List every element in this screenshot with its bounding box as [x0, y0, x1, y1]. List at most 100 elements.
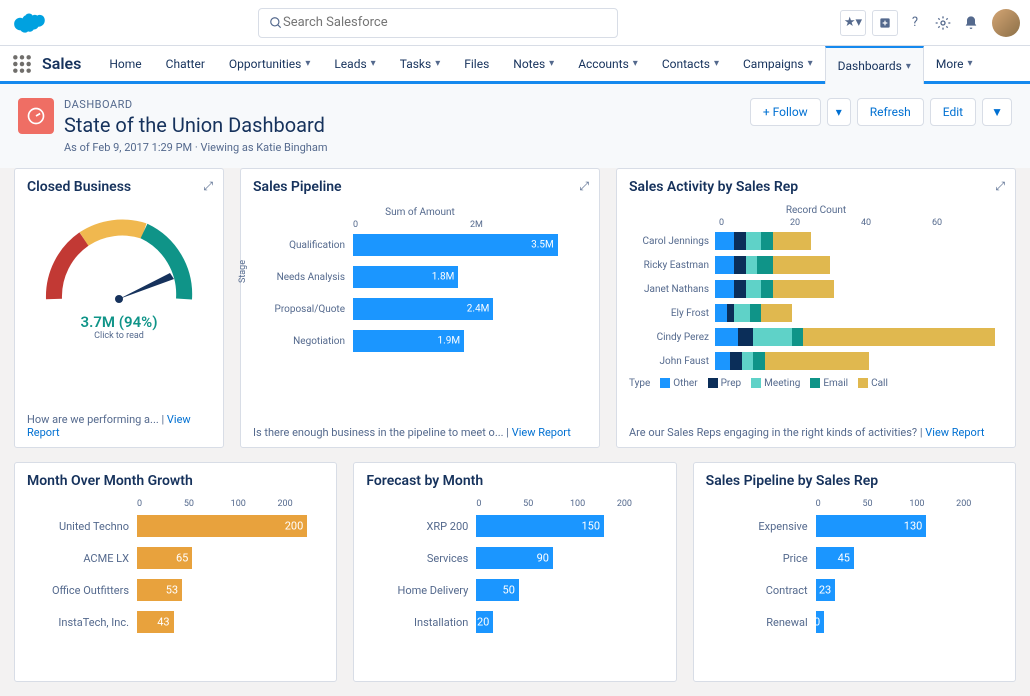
bar-segment[interactable]: [753, 352, 765, 370]
app-launcher-icon[interactable]: [12, 54, 32, 74]
nav-tab-dashboards[interactable]: Dashboards▾: [825, 46, 924, 84]
global-search[interactable]: [258, 8, 618, 38]
bar-segment[interactable]: [765, 352, 869, 370]
legend-item: Meeting: [751, 378, 800, 389]
card-question: How are we performing a...: [27, 413, 159, 426]
view-report-link[interactable]: View Report: [925, 426, 984, 439]
bar-segment[interactable]: [734, 256, 746, 274]
edit-dropdown-button[interactable]: ▼: [982, 98, 1012, 126]
bar-segment[interactable]: [761, 280, 773, 298]
bar-segment[interactable]: [773, 280, 834, 298]
nav-tab-accounts[interactable]: Accounts▾: [566, 46, 650, 81]
bar-segment[interactable]: [746, 232, 761, 250]
bar-row: United Techno200: [27, 515, 324, 537]
bar-segment[interactable]: [746, 280, 761, 298]
bar-segment[interactable]: [734, 232, 746, 250]
bar-label: Qualification: [253, 240, 353, 251]
bar-segment[interactable]: [727, 304, 735, 322]
setup-button[interactable]: [932, 12, 954, 34]
favorites-button[interactable]: ★▾: [840, 10, 866, 36]
nav-tab-contacts[interactable]: Contacts▾: [650, 46, 731, 81]
expand-icon[interactable]: ⤢: [203, 179, 213, 194]
bar-segment[interactable]: [734, 280, 746, 298]
bar[interactable]: 53: [137, 579, 182, 601]
bar-segment[interactable]: [715, 304, 727, 322]
edit-button[interactable]: Edit: [930, 98, 976, 126]
chevron-down-icon: ▾: [968, 58, 973, 69]
header-text: DASHBOARD State of the Union Dashboard A…: [64, 98, 327, 154]
refresh-button[interactable]: Refresh: [857, 98, 924, 126]
nav-tab-notes[interactable]: Notes▾: [501, 46, 566, 81]
bar-value: 130: [904, 520, 923, 533]
bar[interactable]: 1.8M: [353, 266, 458, 288]
bar[interactable]: 10: [816, 611, 825, 633]
legend-item: Other: [660, 378, 697, 389]
help-button[interactable]: ?: [904, 12, 926, 34]
nav-tab-leads[interactable]: Leads▾: [322, 46, 387, 81]
bar-segment[interactable]: [715, 280, 734, 298]
bar-value: 90: [537, 552, 549, 565]
bar-segment[interactable]: [715, 232, 734, 250]
bar-segment[interactable]: [750, 304, 762, 322]
bar-segment[interactable]: [730, 352, 742, 370]
bar-row: Home Delivery50: [366, 579, 663, 601]
bar-segment[interactable]: [738, 328, 753, 346]
add-button[interactable]: [872, 10, 898, 36]
bar[interactable]: 20: [476, 611, 493, 633]
chevron-down-icon: ▾: [435, 58, 440, 69]
bar[interactable]: 200: [137, 515, 307, 537]
bar-segment[interactable]: [734, 304, 749, 322]
bar[interactable]: 150: [476, 515, 604, 537]
bar[interactable]: 130: [816, 515, 927, 537]
bar-segment[interactable]: [715, 352, 730, 370]
notifications-button[interactable]: [960, 12, 982, 34]
bar-segment[interactable]: [715, 328, 738, 346]
expand-icon[interactable]: ⤢: [995, 179, 1005, 194]
gauge-sub: Click to read: [94, 331, 144, 341]
bar-segment[interactable]: [773, 256, 831, 274]
bar-value: 1.8M: [432, 272, 455, 283]
view-report-link[interactable]: View Report: [512, 426, 571, 439]
nav-tab-chatter[interactable]: Chatter: [154, 46, 217, 81]
bar-label: Home Delivery: [366, 584, 476, 597]
bar-segment[interactable]: [753, 328, 791, 346]
bar-segment[interactable]: [757, 256, 772, 274]
expand-icon[interactable]: ⤢: [579, 179, 589, 194]
bar-segment[interactable]: [803, 328, 995, 346]
nav-tab-tasks[interactable]: Tasks▾: [388, 46, 453, 81]
bar[interactable]: 65: [137, 547, 192, 569]
bar[interactable]: 1.9M: [353, 330, 464, 352]
user-avatar[interactable]: [992, 9, 1020, 37]
search-input[interactable]: [283, 15, 607, 30]
bar-segment[interactable]: [773, 232, 811, 250]
bar-segment[interactable]: [792, 328, 804, 346]
bar-segment[interactable]: [761, 304, 792, 322]
nav-tab-campaigns[interactable]: Campaigns▾: [731, 46, 825, 81]
bar[interactable]: 23: [816, 579, 836, 601]
bar-segment[interactable]: [746, 256, 758, 274]
follow-button[interactable]: + Follow: [750, 98, 821, 126]
bar-segment[interactable]: [761, 232, 773, 250]
bar[interactable]: 43: [137, 611, 174, 633]
nav-tab-files[interactable]: Files: [452, 46, 501, 81]
bar[interactable]: 90: [476, 547, 553, 569]
bar-segment[interactable]: [742, 352, 754, 370]
bar-segment[interactable]: [715, 256, 734, 274]
chevron-down-icon: ▾: [808, 58, 813, 69]
bar[interactable]: 2.4M: [353, 298, 493, 320]
more-follow-button[interactable]: ▾: [827, 98, 851, 126]
nav-tab-more[interactable]: More▾: [924, 46, 985, 81]
bar-value: 3.5M: [531, 240, 554, 251]
chevron-down-icon: ▾: [714, 58, 719, 69]
bar-label: Cindy Perez: [629, 332, 715, 343]
nav-tab-home[interactable]: Home: [97, 46, 153, 81]
global-header: ★▾ ?: [0, 0, 1030, 46]
nav-tab-opportunities[interactable]: Opportunities▾: [217, 46, 322, 81]
bar[interactable]: 3.5M: [353, 234, 558, 256]
bar[interactable]: 45: [816, 547, 854, 569]
bar-label: ACME LX: [27, 552, 137, 565]
bar-row: Renewal10: [706, 611, 1003, 633]
legend-item: Call: [858, 378, 888, 389]
bar[interactable]: 50: [476, 579, 519, 601]
bar-label: Price: [706, 552, 816, 565]
